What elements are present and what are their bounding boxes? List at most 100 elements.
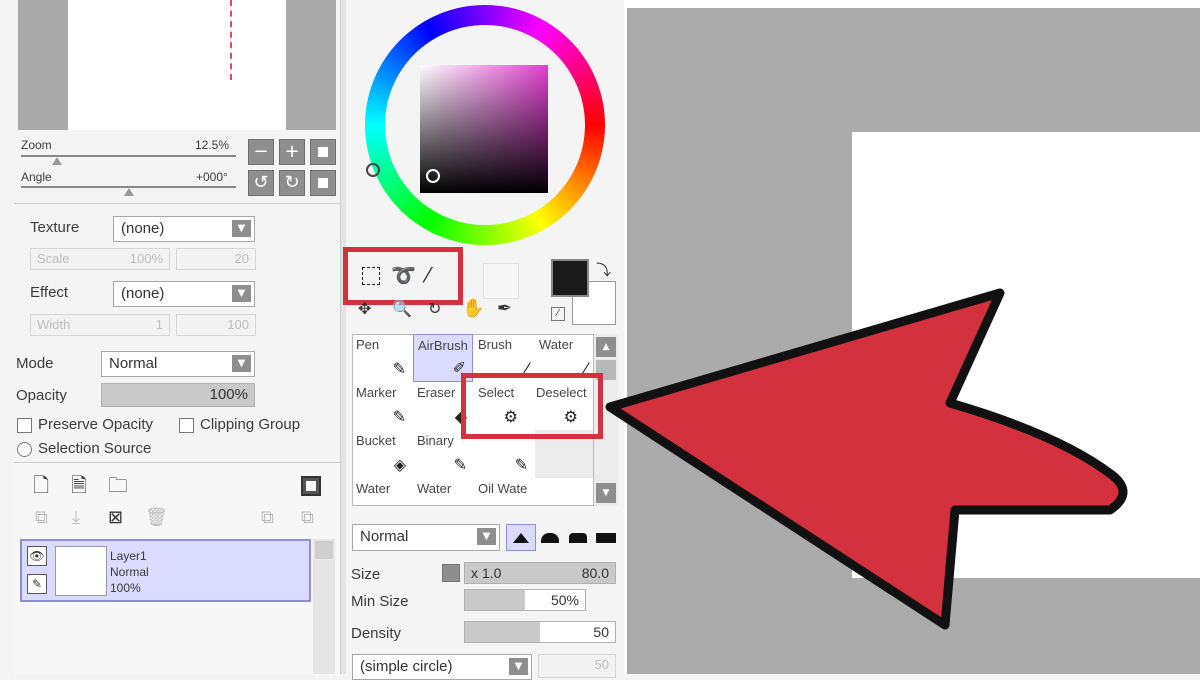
binary-pen-icon: ✎ [453,455,467,474]
texture-scale-label: Scale [37,251,70,266]
delete-layer-icon[interactable]: 🗑 [145,507,168,528]
eyedropper-icon[interactable]: ✒ [497,298,512,319]
brush-blend-dropdown[interactable]: Normal ▼ [352,524,500,551]
move-icon[interactable]: ✥ [358,299,371,318]
rotate-right-button[interactable]: ↻ [279,170,305,196]
copy-layer-icon[interactable]: ⧉ [35,507,48,528]
tool-pen[interactable]: Pen ✎ [352,334,412,382]
tool-airbrush-label: AirBrush [418,338,468,353]
arrow-shape [605,288,1128,630]
navigator-preview-canvas [68,0,286,130]
eye-icon[interactable]: 👁 [27,546,47,566]
annotation-arrow [605,288,1128,630]
texture-scale-value: 100% [129,251,163,266]
texture-scale-num: 20 [176,248,256,270]
scroll-up-button[interactable] [315,541,333,559]
bucket-icon: ◈ [393,455,406,474]
layer-opacity: 100% [110,581,141,595]
foreground-color-swatch[interactable] [551,259,589,297]
angle-value: +000° [196,170,228,184]
effect-width-label: Width [37,317,71,332]
panel-divider [14,203,340,204]
sv-picker-marker[interactable] [426,169,440,183]
size-multiplier-value: x 1.0 [471,565,502,581]
navigator-panel: Zoom 12.5% Angle +000° − + ↺ ↻ Texture (… [0,0,340,675]
saturation-value-square[interactable] [420,65,548,193]
effect-width-field: Width 1 [30,314,170,336]
clipping-group-checkbox[interactable] [179,418,194,433]
tool-bucket-label: Bucket [356,433,396,448]
chevron-down-icon: ▼ [232,285,251,302]
min-size-fill [465,590,525,610]
layer-scrollbar[interactable] [313,539,335,674]
new-folder-icon[interactable]: 🗀 [108,471,128,505]
min-size-value: 50% [550,592,579,608]
size-multiplier-dropdown[interactable] [442,564,460,582]
navigator-preview-frame[interactable] [18,0,336,130]
brush-edge-medium[interactable] [536,524,564,551]
angle-slider-handle[interactable] [124,188,134,196]
hue-marker[interactable] [366,163,380,177]
new-layer-icon[interactable]: 🗋 [33,471,49,505]
tool-water-15[interactable]: Water [413,478,473,506]
chevron-down-icon: ▼ [509,658,528,675]
tool-brush-label: Brush [478,337,512,352]
brush-shape-num-value: 50 [594,657,609,672]
transparent-color-icon[interactable]: ⁄ [551,307,565,321]
marker-icon: ✎ [392,407,406,426]
layer-panel-menu-icon[interactable] [301,476,321,496]
tool-highlight-box-1 [343,247,463,305]
edge-medium-icon [541,533,559,543]
effect-dropdown[interactable]: (none) ▼ [113,281,255,307]
tool-bucket[interactable]: Bucket ◈ [352,430,412,478]
brush-shape-dropdown[interactable]: (simple circle) ▼ [352,654,532,680]
chevron-down-icon: ▼ [477,528,496,545]
selection-source-label: Selection Source [38,440,152,457]
merge-down-icon[interactable]: ⤓ [72,507,80,528]
tool-water-15-label: Water [417,481,452,496]
paint-lock-icon[interactable]: ✎ [27,574,47,594]
clipping-group-label: Clipping Group [200,416,301,433]
density-fill [465,622,540,642]
zoom-reset-button[interactable] [310,139,336,165]
texture-dropdown[interactable]: (none) ▼ [113,216,255,242]
min-size-slider[interactable]: 50% [464,589,586,611]
layer-row[interactable]: 👁 ✎ Layer1 Normal 100% [20,539,311,602]
brush-blend-value: Normal [360,528,409,545]
rotate-tool-icon[interactable]: ↻ [428,299,441,318]
chevron-down-icon: ▼ [232,355,251,372]
tool-oil-water-label: Oil Wate [478,481,528,496]
tool-oil-water[interactable]: Oil Wate [474,478,534,506]
layer-mode: Normal [110,565,149,579]
zoom-value: 12.5% [195,138,230,152]
transfer-up-icon[interactable]: ⧉ [261,507,274,528]
size-label: Size [351,566,381,583]
zoom-out-button[interactable]: − [248,139,274,165]
preserve-opacity-checkbox[interactable] [17,418,32,433]
tool-pen-label: Pen [356,337,380,352]
zoom-label: Zoom [21,138,52,152]
hand-icon[interactable]: ✋ [462,298,484,319]
edge-soft-icon [569,533,587,543]
brush-edge-hard[interactable] [506,524,536,551]
swap-colors-icon[interactable]: ⤵ [596,259,611,280]
rotate-left-button[interactable]: ↺ [248,170,274,196]
zoom-slider-handle[interactable] [52,157,62,165]
tool-marker[interactable]: Marker ✎ [352,382,412,430]
tool-water-b[interactable]: Water [352,478,412,506]
layer-thumbnail [55,546,107,596]
mode-label: Mode [16,355,54,372]
rotate-reset-button[interactable] [310,170,336,196]
brush-edge-soft[interactable] [564,524,592,551]
layer-opacity-slider[interactable]: 100% [101,383,255,407]
min-size-label: Min Size [351,593,409,610]
new-linked-layer-icon[interactable]: 🗎 [71,471,87,505]
zoom-in-button[interactable]: + [279,139,305,165]
effect-width-num: 100 [176,314,256,336]
layer-mode-dropdown[interactable]: Normal ▼ [101,351,255,377]
layer-mode-value: Normal [109,355,158,372]
layer-mask-icon[interactable]: ⊠ [108,507,123,528]
zoom-tool-icon[interactable]: 🔍 [392,299,412,318]
selection-source-radio[interactable] [17,442,32,457]
transfer-down-icon[interactable]: ⧉ [301,507,314,528]
